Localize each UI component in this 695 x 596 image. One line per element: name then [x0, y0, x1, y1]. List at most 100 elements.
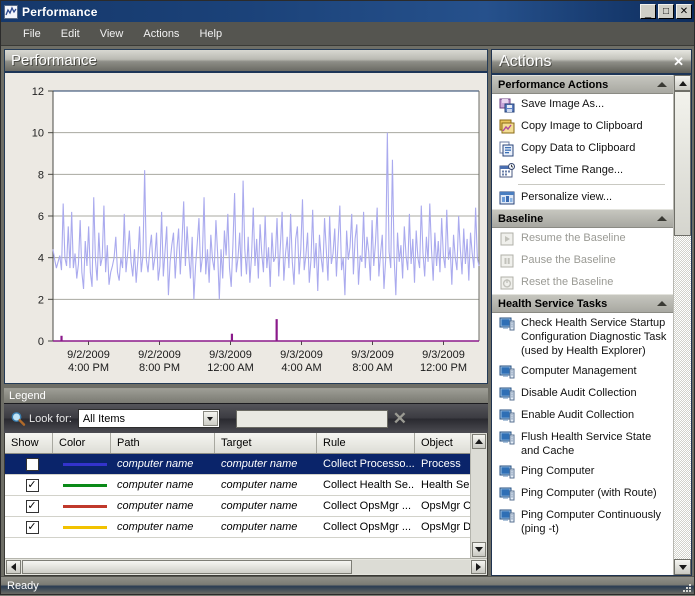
actions-section-title: Health Service Tasks [498, 297, 608, 310]
show-checkbox[interactable]: ✓ [25, 478, 39, 492]
legend-column-header[interactable]: Object [415, 433, 470, 453]
actions-section-header[interactable]: Baseline [492, 209, 673, 228]
action-item[interactable]: Ping Computer [492, 461, 673, 483]
actions-list: Performance Actions Save Image As... Copy … [492, 75, 673, 575]
legend-pane: Legend Look for: All Items ✕ Show Color … [4, 388, 488, 576]
svg-text:12:00 AM: 12:00 AM [207, 362, 253, 374]
window-controls: _ □ ✕ [640, 4, 692, 19]
legend-filter-select[interactable]: All Items [77, 409, 220, 428]
minimize-button[interactable]: _ [640, 4, 656, 19]
action-item[interactable]: Select Time Range... [492, 160, 673, 182]
action-item[interactable]: Check Health Service Startup Configurati… [492, 313, 673, 361]
close-button[interactable]: ✕ [676, 4, 692, 19]
action-item[interactable]: Flush Health Service State and Cache [492, 427, 673, 461]
chevron-down-icon[interactable] [202, 411, 218, 426]
actions-vertical-scrollbar[interactable] [673, 75, 691, 575]
legend-hscroll-thumb[interactable] [22, 560, 352, 574]
actions-scroll-track[interactable] [674, 236, 691, 559]
show-checkbox[interactable]: ✓ [25, 520, 39, 534]
actions-section-header[interactable]: Performance Actions [492, 75, 673, 94]
table-row[interactable]: computer name computer name Collect Proces… [5, 454, 470, 475]
computer-task-icon [499, 386, 515, 402]
action-item[interactable]: Copy Data to Clipboard [492, 138, 673, 160]
resize-grip-icon[interactable] [680, 581, 692, 593]
show-checkbox[interactable] [25, 457, 39, 471]
legend-vertical-scrollbar[interactable] [470, 433, 487, 558]
legend-column-header[interactable]: Target [215, 433, 317, 453]
chevron-up-icon[interactable] [657, 82, 667, 87]
action-item[interactable]: Computer Management [492, 361, 673, 383]
menu-bar: File Edit View Actions Help [1, 22, 694, 46]
chevron-up-icon[interactable] [657, 301, 667, 306]
legend-vscroll-track[interactable] [471, 450, 487, 541]
action-item[interactable]: Save Image As... [492, 94, 673, 116]
legend-column-header[interactable]: Path [111, 433, 215, 453]
action-item-label: Resume the Baseline [521, 232, 626, 244]
chart-canvas: 0246810129/2/20094:00 PM9/2/20098:00 PM9… [5, 73, 487, 383]
legend-filter-value: All Items [82, 412, 125, 425]
chevron-up-icon[interactable] [657, 216, 667, 221]
legend-column-header[interactable]: Show [5, 433, 53, 453]
svg-text:2: 2 [38, 294, 44, 306]
computer-task-icon [499, 508, 515, 524]
menu-file[interactable]: File [13, 25, 51, 43]
action-item[interactable]: Personalize view... [492, 187, 673, 209]
table-row[interactable]: ✓ computer name computer name Collect OpsMg… [5, 517, 470, 538]
menu-help[interactable]: Help [189, 25, 232, 43]
show-checkbox[interactable]: ✓ [25, 499, 39, 513]
legend-scroll-left-button[interactable] [6, 560, 21, 574]
svg-text:12:00 PM: 12:00 PM [420, 362, 467, 374]
personalize-view-icon [499, 190, 515, 206]
legend-object-cell: Health Service [421, 479, 470, 491]
menu-view[interactable]: View [90, 25, 134, 43]
action-item[interactable]: Enable Audit Collection [492, 405, 673, 427]
action-item-label: Personalize view... [521, 191, 613, 203]
menu-edit[interactable]: Edit [51, 25, 90, 43]
close-icon: ✕ [679, 6, 689, 17]
actions-section-header[interactable]: Health Service Tasks [492, 294, 673, 313]
actions-scroll-thumb[interactable] [674, 91, 691, 236]
actions-scroll-down-button[interactable] [674, 559, 691, 575]
legend-hscroll-track[interactable] [22, 560, 470, 574]
action-item[interactable]: Copy Image to Clipboard [492, 116, 673, 138]
performance-window: Performance _ □ ✕ File Edit View Actions… [0, 0, 695, 595]
legend-column-header[interactable]: Rule [317, 433, 415, 453]
window-title: Performance [22, 4, 98, 19]
action-item[interactable]: Ping Computer (with Route) [492, 483, 673, 505]
legend-object-cell: Process [421, 458, 461, 470]
legend-search-input[interactable] [235, 409, 388, 428]
maximize-button[interactable]: □ [658, 4, 674, 19]
menu-actions[interactable]: Actions [133, 25, 189, 43]
legend-color-cell [53, 504, 111, 508]
computer-task-icon [499, 317, 515, 331]
legend-column-header[interactable]: Color [53, 433, 111, 453]
svg-text:9/3/2009: 9/3/2009 [209, 349, 252, 361]
table-row[interactable]: ✓ computer name computer name Collect OpsMg… [5, 496, 470, 517]
performance-chart[interactable]: 0 2 4 6 8 10 12 9/2/2009 4:00 PM 9/2/2009 8:00 PM 9… [5, 73, 487, 383]
legend-scroll-down-button[interactable] [472, 542, 486, 557]
legend-show-cell[interactable]: ✓ [5, 499, 53, 513]
minimize-icon: _ [644, 7, 652, 19]
legend-show-cell[interactable] [5, 457, 53, 471]
table-row[interactable]: ✓ computer name computer name Collect Healt… [5, 475, 470, 496]
legend-horizontal-scrollbar[interactable] [5, 558, 487, 575]
action-item-label: Ping Computer (with Route) [521, 487, 657, 499]
lookfor-label: Look for: [29, 412, 72, 425]
legend-scroll-up-button[interactable] [472, 434, 486, 449]
legend-color-cell [53, 525, 111, 529]
action-item[interactable]: Ping Computer Continuously (ping -t) [492, 505, 673, 539]
actions-scroll-up-button[interactable] [674, 75, 691, 91]
legend-show-cell[interactable]: ✓ [5, 520, 53, 534]
action-item[interactable]: Disable Audit Collection [492, 383, 673, 405]
computer-task-icon [499, 316, 515, 332]
legend-target-cell: computer name [221, 521, 298, 533]
status-text: Ready [7, 579, 39, 592]
legend-show-cell[interactable]: ✓ [5, 478, 53, 492]
svg-text:4: 4 [38, 253, 44, 265]
legend-scroll-right-button[interactable] [471, 560, 486, 574]
actions-close-icon[interactable]: ✕ [670, 54, 687, 70]
clear-search-icon[interactable]: ✕ [390, 409, 410, 429]
svg-text:4:00 PM: 4:00 PM [68, 362, 109, 374]
action-item-label: Flush Health Service State and Cache [521, 431, 652, 457]
performance-chart-icon [4, 4, 18, 19]
